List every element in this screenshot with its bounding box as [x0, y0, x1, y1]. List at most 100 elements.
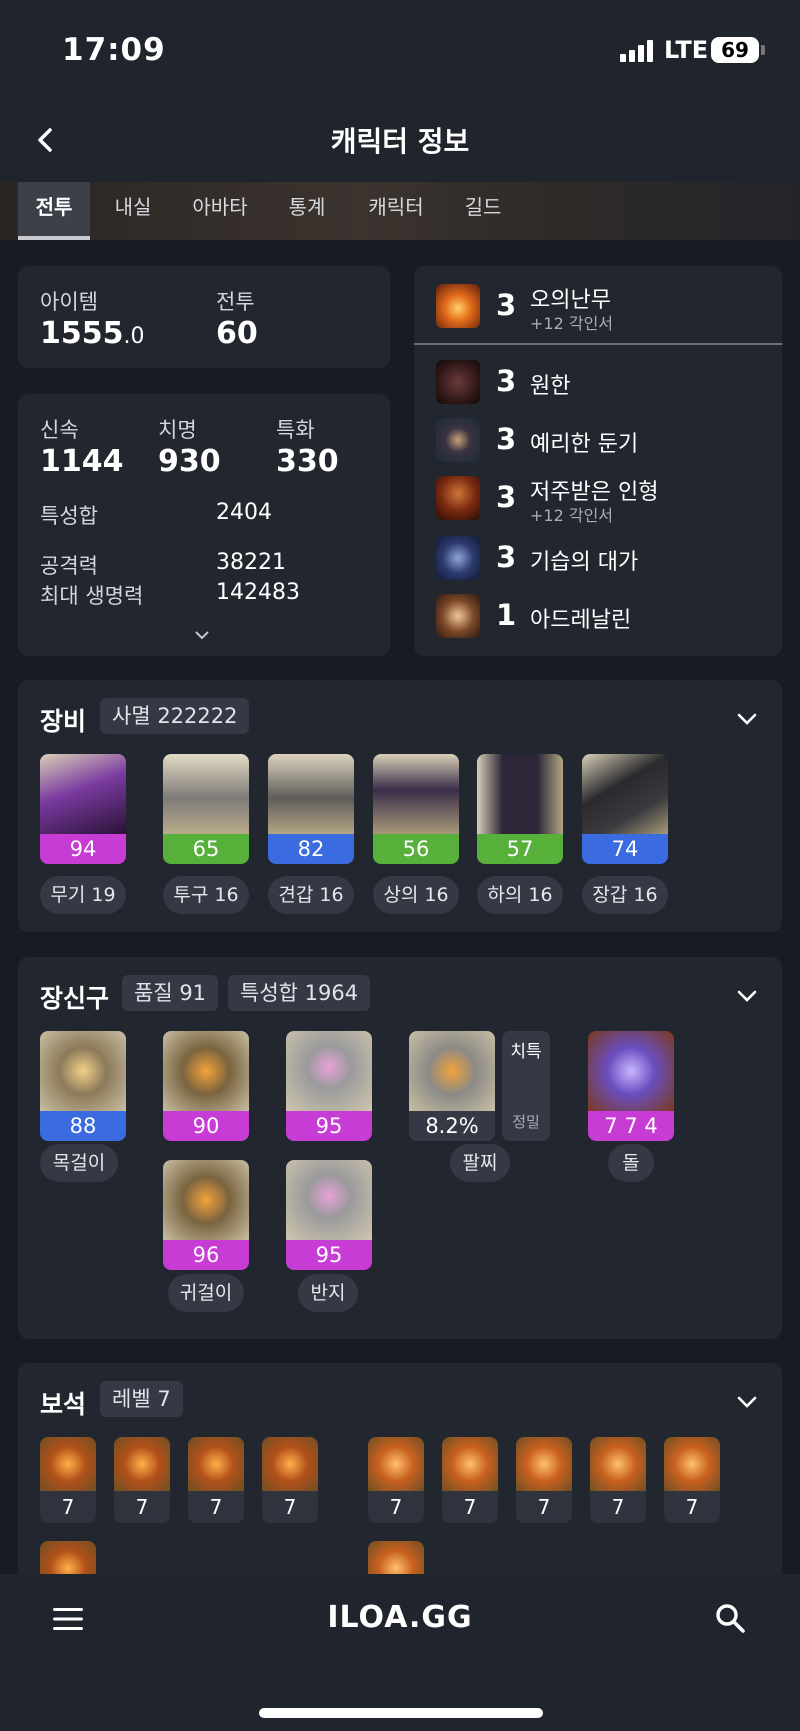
tab-stats[interactable]: 통계 — [272, 182, 342, 240]
engraving-level: 3 — [496, 422, 517, 456]
stone-item[interactable]: 7 7 4 — [588, 1031, 674, 1141]
tab-guild[interactable]: 길드 — [448, 182, 518, 240]
engraving-book: +12 각인서 — [530, 314, 614, 333]
shoulder-item[interactable]: 82 — [268, 754, 354, 864]
chevron-down-icon[interactable] — [736, 1395, 758, 1409]
summary-card: 아이템 1555.0 전투 60 — [18, 266, 390, 368]
spec-value: 330 — [276, 444, 339, 479]
site-logo[interactable]: ILOA.GG — [0, 1600, 800, 1635]
cooldown-gem[interactable]: 7 — [368, 1437, 424, 1523]
item-name: 반지 — [298, 1274, 358, 1312]
item-name: 무기 19 — [40, 876, 126, 914]
bracelet-value: 8.2% — [409, 1111, 495, 1141]
item-name: 장갑 16 — [582, 876, 668, 914]
crit-label: 치명 — [158, 418, 197, 442]
quality-bar: 90 — [163, 1111, 249, 1141]
app-header: 캐릭터 정보 — [0, 100, 800, 182]
home-indicator — [259, 1708, 543, 1718]
bracelet-tag: 치특 — [510, 1042, 542, 1062]
equipment-title: 장비 — [40, 707, 87, 736]
crit-value: 930 — [158, 444, 221, 479]
tab-avatar[interactable]: 아바타 — [180, 182, 260, 240]
doll-engraving-icon — [436, 476, 480, 520]
gem-level: 7 — [685, 1495, 699, 1519]
expand-chevron-icon[interactable] — [194, 630, 210, 640]
item-name: 상의 16 — [373, 876, 459, 914]
battery-tip — [761, 45, 765, 55]
spec-label: 특화 — [276, 418, 315, 442]
gloves-item[interactable]: 74 — [582, 754, 668, 864]
bracelet-item[interactable]: 8.2% — [409, 1031, 495, 1141]
gem-level-badge: 레벨 7 — [100, 1381, 183, 1417]
signal-icon — [620, 40, 656, 62]
attack-value: 38221 — [216, 550, 286, 575]
item-name: 견갑 16 — [268, 876, 354, 914]
combat-level-label: 전투 — [216, 290, 255, 314]
quality-bar: 96 — [163, 1240, 249, 1270]
combat-level-value: 60 — [216, 316, 258, 351]
page-title: 캐릭터 정보 — [330, 125, 470, 158]
quality-bar: 65 — [163, 834, 249, 864]
earring-item[interactable]: 96 — [163, 1160, 249, 1270]
search-icon[interactable] — [714, 1602, 746, 1634]
tab-character[interactable]: 캐릭터 — [356, 182, 436, 240]
earring-item[interactable]: 90 — [163, 1031, 249, 1141]
ring-item[interactable]: 95 — [286, 1031, 372, 1141]
necklace-item[interactable]: 88 — [40, 1031, 126, 1141]
pants-item[interactable]: 57 — [477, 754, 563, 864]
bottom-nav: ILOA.GG — [0, 1574, 800, 1731]
item-name: 투구 16 — [163, 876, 249, 914]
stat-total-value: 2404 — [216, 500, 272, 525]
network-label: LTE — [664, 36, 709, 64]
damage-gem[interactable]: 7 — [262, 1437, 318, 1523]
weapon-item[interactable]: 94 — [40, 754, 126, 864]
helmet-item[interactable]: 65 — [163, 754, 249, 864]
divider — [414, 343, 782, 345]
damage-gem[interactable]: 7 — [114, 1437, 170, 1523]
chest-item[interactable]: 56 — [373, 754, 459, 864]
gem-level: 7 — [61, 1495, 75, 1519]
flame-engraving-icon — [436, 284, 480, 328]
quality-bar: 95 — [286, 1240, 372, 1270]
status-bar: 17:09 LTE 69 — [0, 0, 800, 100]
quality-bar: 88 — [40, 1111, 126, 1141]
tab-combat[interactable]: 전투 — [18, 182, 90, 240]
engraving-level: 3 — [496, 364, 517, 398]
gems-title: 보석 — [40, 1390, 87, 1419]
quality-bar: 95 — [286, 1111, 372, 1141]
cooldown-gem[interactable]: 7 — [664, 1437, 720, 1523]
chevron-down-icon[interactable] — [736, 989, 758, 1003]
tab-interior[interactable]: 내실 — [98, 182, 168, 240]
damage-gem[interactable]: 7 — [188, 1437, 244, 1523]
adrenaline-engraving-icon — [436, 594, 480, 638]
attack-label: 공격력 — [40, 554, 98, 578]
quality-badge: 품질 91 — [122, 975, 219, 1011]
orb-engraving-icon — [436, 418, 480, 462]
speed-value: 1144 — [40, 444, 124, 479]
speed-label: 신속 — [40, 418, 79, 442]
quality-bar: 56 — [373, 834, 459, 864]
cooldown-gem[interactable]: 7 — [442, 1437, 498, 1523]
stat-total-badge: 특성합 1964 — [228, 975, 371, 1011]
engravings-card: 3 오의난무 +12 각인서 3 원한 3 예리한 둔기 3 저주받은 인형 +… — [414, 266, 782, 656]
gem-level: 7 — [283, 1495, 297, 1519]
item-name: 귀걸이 — [168, 1274, 244, 1312]
tab-bar: 전투 내실 아바타 통계 캐릭터 길드 — [0, 182, 800, 240]
engraving-level: 3 — [496, 540, 517, 574]
engraving-level: 1 — [496, 598, 517, 632]
gem-level: 7 — [463, 1495, 477, 1519]
cooldown-gem[interactable]: 7 — [516, 1437, 572, 1523]
engraving-level: 3 — [496, 288, 517, 322]
item-level-value: 1555.0 — [40, 316, 145, 351]
status-time: 17:09 — [62, 32, 166, 68]
cooldown-gem[interactable]: 7 — [590, 1437, 646, 1523]
damage-gem[interactable]: 7 — [40, 1437, 96, 1523]
gem-level: 7 — [135, 1495, 149, 1519]
item-name: 하의 16 — [477, 876, 563, 914]
item-level-label: 아이템 — [40, 290, 98, 314]
chevron-down-icon[interactable] — [736, 712, 758, 726]
ring-item[interactable]: 95 — [286, 1160, 372, 1270]
gem-level: 7 — [537, 1495, 551, 1519]
engraving-name: 기습의 대가 — [530, 550, 639, 575]
item-name: 돌 — [608, 1144, 654, 1182]
